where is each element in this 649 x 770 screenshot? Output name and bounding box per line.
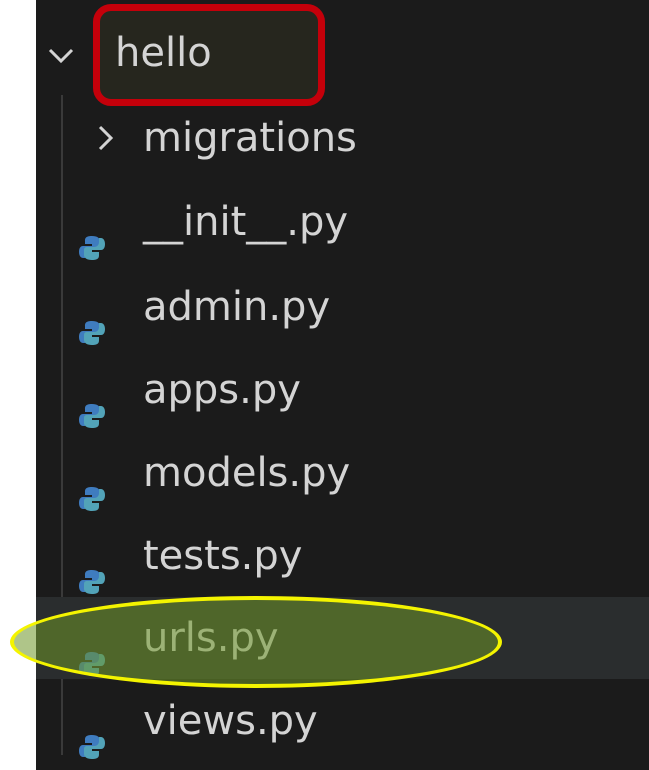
screenshot-stage: hello migrations __init__.py admin.py ap…: [0, 0, 649, 770]
file-label: admin.py: [143, 284, 331, 330]
file-item-apps[interactable]: apps.py: [36, 349, 649, 431]
file-label: models.py: [143, 450, 351, 496]
file-label: apps.py: [143, 367, 301, 413]
file-label: urls.py: [143, 615, 279, 661]
folder-migrations[interactable]: migrations: [36, 97, 649, 179]
file-item-models[interactable]: models.py: [36, 432, 649, 514]
python-icon: [78, 459, 106, 511]
python-icon: [78, 624, 106, 676]
file-item-views[interactable]: views.py: [36, 680, 649, 762]
python-icon: [78, 707, 106, 759]
file-label: views.py: [143, 698, 318, 744]
folder-label: hello: [115, 30, 212, 76]
file-item-tests[interactable]: tests.py: [36, 515, 649, 597]
file-label: tests.py: [143, 533, 303, 579]
chevron-right-icon: [86, 97, 126, 179]
file-item-admin[interactable]: admin.py: [36, 266, 649, 348]
file-item-init[interactable]: __init__.py: [36, 181, 649, 263]
chevron-down-icon: [40, 12, 80, 94]
python-icon: [78, 208, 106, 260]
file-label: __init__.py: [143, 199, 349, 245]
python-icon: [78, 376, 106, 428]
folder-hello[interactable]: hello: [36, 12, 649, 94]
python-icon: [78, 293, 106, 345]
file-item-urls[interactable]: urls.py: [36, 597, 649, 679]
python-icon: [78, 542, 106, 594]
folder-label: migrations: [143, 115, 357, 161]
